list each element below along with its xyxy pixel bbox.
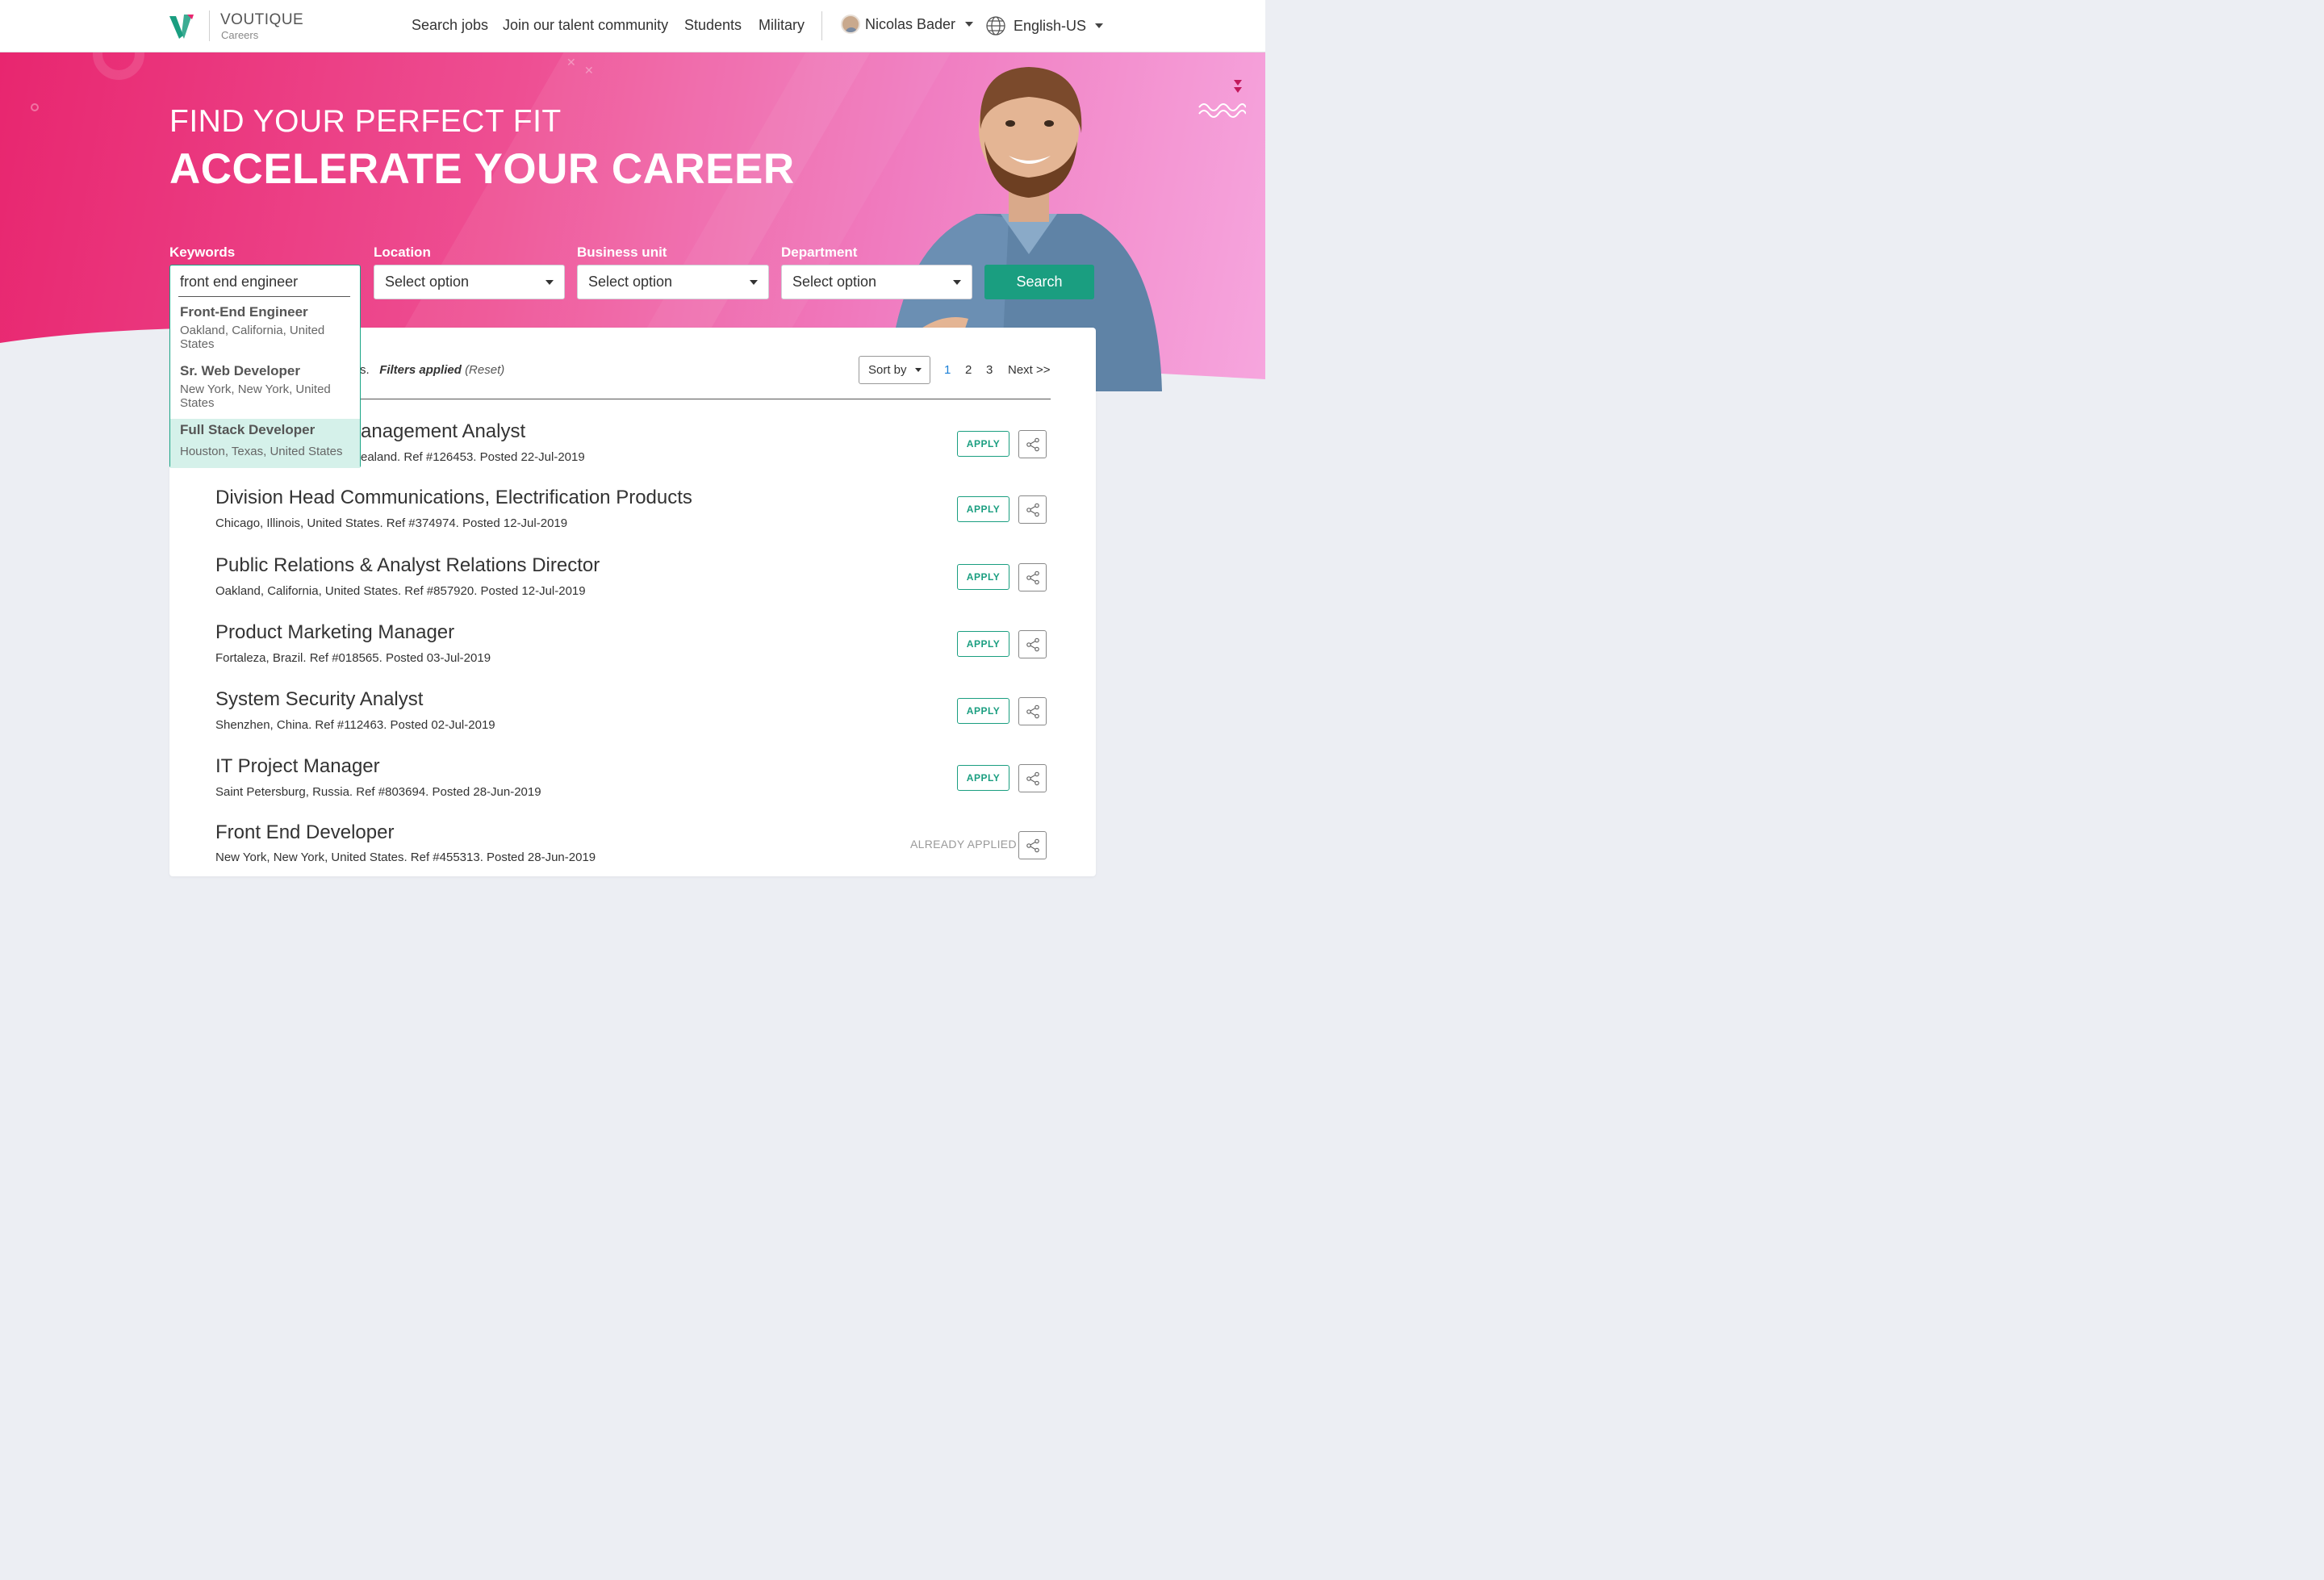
job-title[interactable]: System Security Analyst (215, 688, 423, 711)
brand-name: VOUTIQUE (220, 11, 304, 28)
sort-by-dropdown[interactable]: Sort by (859, 356, 930, 384)
location-select-value: Select option (385, 274, 470, 290)
job-title[interactable]: Product Marketing Manager (215, 621, 454, 644)
chevron-down-icon (545, 279, 554, 285)
search-button[interactable]: Search (984, 265, 1094, 299)
already-applied-status: ALREADY APPLIED (910, 838, 1017, 851)
keywords-autocomplete: Front-End Engineer Oakland, California, … (169, 265, 361, 468)
apply-button[interactable]: APPLY (957, 564, 1009, 590)
decorative-x-icon: ✕ (566, 56, 576, 69)
suggestion-location: New York, New York, United States (180, 382, 331, 410)
results-count-text: s. (360, 363, 370, 377)
job-title[interactable]: Public Relations & Analyst Relations Dir… (215, 554, 600, 577)
decorative-ring (93, 52, 144, 80)
nav-separator (821, 11, 822, 40)
nav-join-talent-community[interactable]: Join our talent community (503, 17, 668, 34)
share-icon (1026, 637, 1039, 651)
suggestion-title: Front-End Engineer (180, 304, 308, 320)
sort-by-label: Sort by (868, 363, 907, 377)
share-icon (1026, 771, 1039, 785)
department-select[interactable]: Select option (781, 265, 972, 299)
top-navigation-bar: VOUTIQUE Careers Search jobs Join our ta… (0, 0, 1265, 52)
suggestion-location: Oakland, California, United States (180, 324, 325, 351)
chevron-down-icon (914, 368, 922, 372)
decorative-wave-icon (1198, 80, 1246, 118)
job-title[interactable]: anagement Analyst (361, 420, 525, 443)
job-title[interactable]: Front End Developer (215, 821, 394, 844)
apply-button[interactable]: APPLY (957, 431, 1009, 457)
reset-filters-link[interactable]: (Reset) (465, 363, 504, 377)
hero-title: ACCELERATE YOUR CAREER (169, 145, 795, 193)
suggestion-location: Houston, Texas, United States (180, 445, 343, 458)
apply-button[interactable]: APPLY (957, 496, 1009, 522)
suggestion-item-active[interactable]: Full Stack Developer Houston, Texas, Uni… (170, 419, 360, 468)
suggestion-title: Sr. Web Developer (180, 363, 300, 378)
job-title[interactable]: IT Project Manager (215, 755, 380, 778)
department-label: Department (781, 245, 858, 260)
share-button[interactable] (1018, 563, 1047, 591)
business-unit-label: Business unit (577, 245, 667, 260)
chevron-down-icon (1095, 23, 1104, 28)
suggestion-item[interactable]: Sr. Web Developer New York, New York, Un… (170, 363, 360, 410)
business-unit-select[interactable]: Select option (577, 265, 769, 299)
apply-button[interactable]: APPLY (957, 765, 1009, 791)
brand-subtitle: Careers (221, 29, 259, 41)
job-meta: ealand. Ref #126453. Posted 22-Jul-2019 (361, 450, 585, 464)
globe-icon (986, 16, 1005, 36)
filters-applied-text: Filters applied (379, 363, 462, 377)
user-menu[interactable]: Nicolas Bader (841, 15, 974, 34)
job-meta: Chicago, Illinois, United States. Ref #3… (215, 516, 568, 530)
avatar (841, 15, 860, 34)
job-meta: Saint Petersburg, Russia. Ref #803694. P… (215, 785, 541, 799)
share-button[interactable] (1018, 495, 1047, 524)
job-meta: Oakland, California, United States. Ref … (215, 584, 586, 598)
next-page-link[interactable]: Next >> (1008, 363, 1051, 377)
share-icon (1026, 437, 1039, 451)
chevron-down-icon (750, 279, 758, 285)
share-icon (1026, 838, 1039, 852)
suggestion-title: Full Stack Developer (180, 422, 316, 437)
share-button[interactable] (1018, 831, 1047, 859)
nav-military[interactable]: Military (759, 17, 805, 34)
nav-search-jobs[interactable]: Search jobs (412, 17, 488, 34)
nav-students[interactable]: Students (684, 17, 742, 34)
chevron-down-icon (965, 22, 974, 27)
page-3-link[interactable]: 3 (986, 363, 993, 377)
user-name: Nicolas Bader (865, 15, 956, 32)
page-2-link[interactable]: 2 (965, 363, 972, 377)
language-selector[interactable]: English-US (985, 15, 1104, 36)
chevron-down-icon (953, 279, 961, 285)
location-select[interactable]: Select option (374, 265, 565, 299)
share-icon (1026, 503, 1039, 516)
decorative-x-icon: ✕ (584, 64, 594, 77)
voutique-logo-icon[interactable] (168, 11, 199, 42)
share-button[interactable] (1018, 697, 1047, 725)
logo-divider (209, 10, 210, 41)
input-underline (178, 296, 350, 297)
job-meta: New York, New York, United States. Ref #… (215, 851, 596, 864)
job-meta: Shenzhen, China. Ref #112463. Posted 02-… (215, 718, 495, 732)
share-icon (1026, 704, 1039, 718)
share-button[interactable] (1018, 430, 1047, 458)
share-icon (1026, 571, 1039, 584)
page-1-link[interactable]: 1 (944, 363, 951, 377)
business-unit-select-value: Select option (588, 274, 673, 290)
department-select-value: Select option (792, 274, 877, 290)
decorative-dot (31, 103, 39, 111)
location-label: Location (374, 245, 431, 260)
keywords-input[interactable] (180, 274, 351, 291)
share-button[interactable] (1018, 764, 1047, 792)
apply-button[interactable]: APPLY (957, 631, 1009, 657)
job-title[interactable]: Division Head Communications, Electrific… (215, 487, 692, 509)
results-summary: s. Filters applied (Reset) (360, 363, 504, 377)
apply-button[interactable]: APPLY (957, 698, 1009, 724)
language-label: English-US (1014, 17, 1087, 34)
job-meta: Fortaleza, Brazil. Ref #018565. Posted 0… (215, 651, 491, 665)
keywords-label: Keywords (169, 245, 236, 260)
share-button[interactable] (1018, 630, 1047, 658)
hero-subtitle: FIND YOUR PERFECT FIT (169, 104, 562, 139)
suggestion-item[interactable]: Front-End Engineer Oakland, California, … (170, 304, 360, 351)
